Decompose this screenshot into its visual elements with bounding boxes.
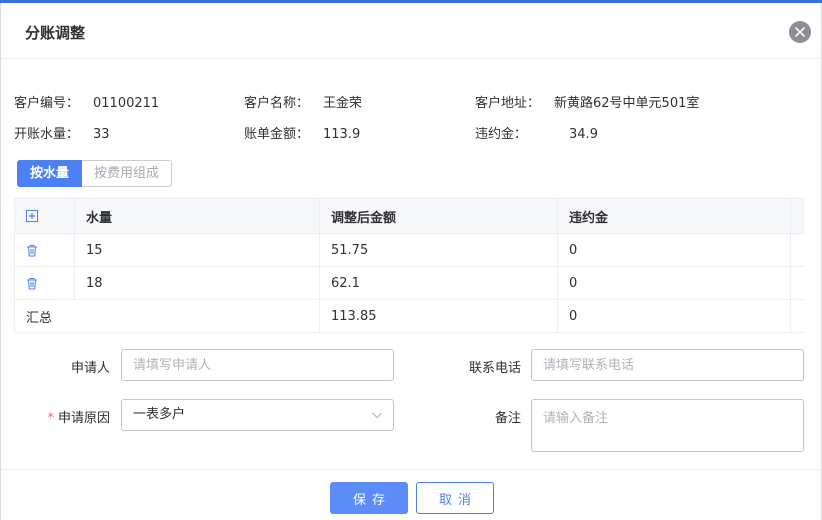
split-mode-toggle: 按水量 按费用组成 [17,160,173,187]
delete-cell [14,267,75,299]
reason-select-value: 一表多户 [133,407,186,422]
bill-amount-label: 账单金额： [244,127,310,142]
required-mark: * [47,411,54,426]
summary-amount: 113.85 [320,300,558,332]
close-button[interactable] [789,21,811,43]
dialog-title: 分账调整 [25,24,86,42]
penalty: 违约金： 34.9 [475,123,598,142]
header-volume: 水量 [75,199,320,233]
phone-input[interactable] [531,349,804,381]
dialog-header: 分账调整 [1,3,821,59]
billing-volume-value: 33 [93,127,110,142]
save-button[interactable]: 保存 [330,482,408,514]
add-row-cell [14,199,75,233]
reason-select[interactable]: 一表多户 [121,399,394,431]
customer-address-value: 新黄路62号中单元501室 [554,96,700,111]
add-row-icon [26,210,38,222]
row-amount[interactable]: 51.75 [320,234,558,266]
add-row-button[interactable] [26,210,38,222]
trash-icon [27,244,37,256]
penalty-value: 34.9 [569,127,598,142]
customer-name-label: 客户名称： [244,96,310,111]
summary-label: 汇总 [14,300,320,332]
cancel-button[interactable]: 取消 [416,482,494,514]
customer-name-value: 王金荣 [323,96,363,111]
reason-label: * 申请原因 [21,407,110,426]
toggle-by-fee[interactable]: 按费用组成 [82,160,173,187]
chevron-down-icon [372,412,382,419]
customer-address-label: 客户地址： [475,96,541,111]
table-summary-row: 汇总 113.85 0 [14,300,804,333]
applicant-input[interactable] [121,349,394,381]
row-amount[interactable]: 62.1 [320,267,558,299]
table-row: 15 51.75 0 [14,234,804,267]
applicant-label: 申请人 [70,361,110,376]
split-bill-dialog: 分账调整 客户编号： 01100211 客户名称： 王金荣 客户地址： 新黄路62号中… [0,3,822,520]
billing-volume-label: 开账水量： [14,127,80,142]
header-penalty: 违约金 [558,199,791,233]
remark-label: 备注 [494,411,521,426]
delete-row-button[interactable] [26,244,38,257]
toggle-by-volume[interactable]: 按水量 [17,160,83,187]
customer-address: 客户地址： 新黄路62号中单元501室 [475,92,699,111]
billing-volume: 开账水量： 33 [14,123,110,142]
split-table: 水量 调整后金额 违约金 15 51.75 0 18 62.1 0 汇总 113… [14,198,804,333]
row-penalty[interactable]: 0 [558,234,791,266]
row-volume[interactable]: 18 [75,267,320,299]
bill-amount-value: 113.9 [323,127,361,142]
bill-amount: 账单金额： 113.9 [244,123,360,142]
row-penalty[interactable]: 0 [558,267,791,299]
trash-icon [27,277,37,289]
delete-row-button[interactable] [26,277,38,290]
row-volume[interactable]: 15 [75,234,320,266]
customer-name: 客户名称： 王金荣 [244,92,362,111]
summary-penalty: 0 [558,300,791,332]
reason-label-text: 申请原因 [57,411,110,426]
table-header-row: 水量 调整后金额 违约金 [14,199,804,234]
header-adjusted-amount: 调整后金额 [320,199,558,233]
table-row: 18 62.1 0 [14,267,804,300]
dialog-footer: 保存 取消 [1,469,821,520]
header-scroll-gutter [791,199,804,233]
customer-no-label: 客户编号： [14,96,80,111]
phone-label: 联系电话 [468,361,521,376]
customer-no-value: 01100211 [93,96,160,111]
delete-cell [14,234,75,266]
customer-no: 客户编号： 01100211 [14,92,159,111]
remark-textarea[interactable] [531,399,804,452]
penalty-label: 违约金： [475,127,528,142]
close-icon [795,27,805,37]
